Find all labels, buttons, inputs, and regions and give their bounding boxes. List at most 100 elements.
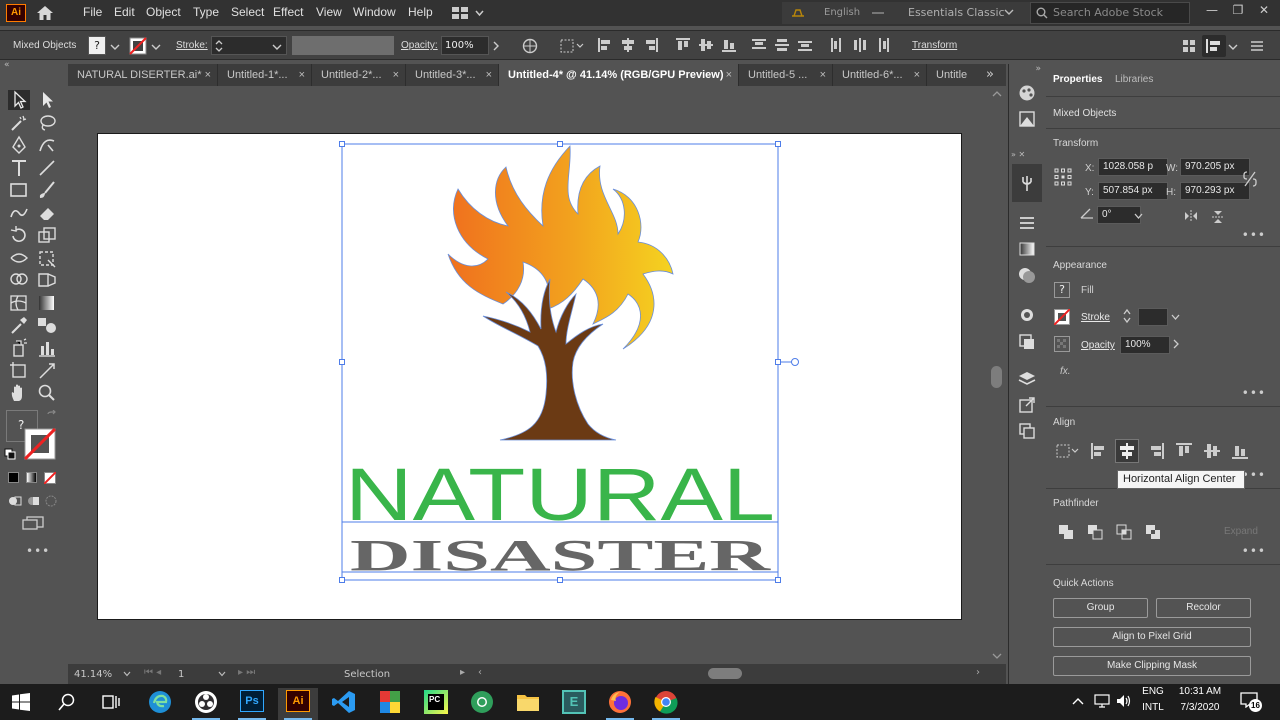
task-view-icon[interactable]	[102, 693, 120, 711]
exclude-icon[interactable]	[1145, 524, 1161, 540]
taskbar-file-explorer[interactable]	[508, 688, 548, 720]
menu-file[interactable]: File	[83, 5, 102, 19]
image-trace-icon[interactable]	[1017, 110, 1037, 128]
gradient-tool-icon[interactable]	[36, 293, 58, 313]
clock-date[interactable]: 7/3/2020	[1170, 702, 1230, 713]
volume-icon[interactable]	[1116, 694, 1132, 708]
clock-time[interactable]: 10:31 AM	[1170, 686, 1230, 697]
minus-front-icon[interactable]	[1087, 524, 1103, 540]
group-button[interactable]: Group	[1053, 598, 1148, 618]
panel-group-header[interactable]: » ✕	[1011, 150, 1045, 160]
horizontal-scroll-thumb[interactable]	[708, 668, 742, 679]
resize-handle-top-left[interactable]	[339, 141, 345, 147]
hand-tool-icon[interactable]	[8, 383, 30, 403]
distribute-right-icon[interactable]	[876, 38, 890, 52]
hamburger-menu-icon[interactable]	[1250, 40, 1264, 52]
tab-untitled-7[interactable]: Untitle	[927, 64, 979, 86]
stroke-swatch[interactable]	[129, 37, 147, 55]
home-icon[interactable]	[36, 5, 54, 21]
close-icon[interactable]: ×	[820, 64, 826, 86]
draw-inside-icon[interactable]	[44, 494, 58, 508]
align-left-icon[interactable]	[1091, 443, 1107, 459]
menu-select[interactable]: Select	[231, 5, 264, 19]
toolbar-collapse[interactable]: «	[0, 60, 64, 70]
tab-untitled-5[interactable]: Untitled-5 ... ×	[739, 64, 833, 86]
align-to-selection-icon[interactable]	[560, 39, 584, 53]
stroke-indicator[interactable]	[24, 428, 56, 460]
distribute-bottom-icon[interactable]	[798, 38, 812, 52]
direct-selection-tool-icon[interactable]	[36, 90, 58, 110]
chevron-right-icon[interactable]	[1173, 339, 1180, 349]
line-segment-tool-icon[interactable]	[36, 158, 58, 178]
free-transform-tool-icon[interactable]	[36, 248, 58, 268]
close-icon[interactable]: ×	[726, 64, 732, 86]
menu-effect[interactable]: Effect	[273, 5, 303, 19]
make-clipping-mask-button[interactable]: Make Clipping Mask	[1053, 656, 1251, 676]
distribute-top-icon[interactable]	[752, 38, 766, 52]
workspace-switcher[interactable]: Essentials Classic	[908, 6, 1005, 19]
intersect-icon[interactable]	[1116, 524, 1132, 540]
stroke-swatch[interactable]	[1054, 309, 1070, 325]
status-menu-arrow[interactable]: ▸	[460, 667, 465, 678]
chevron-down-icon[interactable]	[110, 43, 120, 51]
isolate-group-icon[interactable]	[1182, 39, 1196, 53]
effects-icon[interactable]: fx.	[1060, 366, 1071, 377]
panel-toggle-button[interactable]	[1202, 35, 1226, 57]
align-horizontal-center-button[interactable]	[1115, 439, 1139, 463]
stroke-label[interactable]: Stroke:	[176, 40, 208, 51]
align-left-icon[interactable]	[598, 38, 612, 52]
width-field[interactable]: 970.205 px	[1180, 158, 1250, 176]
eraser-tool-icon[interactable]	[36, 203, 58, 223]
pen-tool-icon[interactable]	[8, 135, 30, 155]
stepper-icon[interactable]	[214, 39, 224, 53]
taskbar-illustrator[interactable]: Ai	[278, 688, 318, 720]
canvas-area[interactable]: NATURAL DISASTER	[68, 86, 988, 664]
close-icon[interactable]: ×	[299, 64, 305, 86]
perspective-grid-tool-icon[interactable]	[36, 270, 58, 290]
fill-swatch[interactable]: ?	[88, 36, 106, 55]
opacity-field[interactable]: 100%	[1120, 336, 1170, 354]
align-top-icon[interactable]	[676, 38, 690, 52]
artboard-tool-icon[interactable]	[8, 360, 30, 380]
x-position-field[interactable]: 1028.058 p	[1098, 158, 1168, 176]
edit-toolbar-icon[interactable]: •••	[26, 544, 50, 558]
distribute-horizontal-center-icon[interactable]	[853, 38, 867, 52]
curvature-tool-icon[interactable]	[36, 135, 58, 155]
appearance-panel-icon[interactable]	[1017, 306, 1037, 324]
height-field[interactable]: 970.293 px	[1180, 182, 1250, 200]
last-artboard-button[interactable]: ▸ ⏭	[238, 667, 255, 678]
layers-panel-icon[interactable]	[1017, 370, 1037, 388]
opacity-label[interactable]: Opacity	[1081, 340, 1115, 351]
artboard-number-field[interactable]: 1	[178, 669, 184, 680]
magic-wand-tool-icon[interactable]	[8, 113, 30, 133]
column-graph-tool-icon[interactable]	[36, 338, 58, 358]
network-icon[interactable]	[1094, 694, 1110, 708]
more-options-icon[interactable]: •••	[1242, 228, 1266, 242]
rectangle-tool-icon[interactable]	[8, 180, 30, 200]
none-mode-button[interactable]	[44, 472, 56, 484]
scroll-down-icon[interactable]	[992, 652, 1002, 660]
unite-icon[interactable]	[1058, 524, 1074, 540]
chevron-down-icon[interactable]	[1171, 314, 1180, 320]
chevron-down-icon[interactable]	[1228, 43, 1238, 51]
color-guide-icon[interactable]	[1017, 84, 1037, 102]
chevron-right-icon[interactable]	[492, 41, 500, 51]
opacity-label[interactable]: Opacity:	[401, 40, 438, 51]
chevron-down-icon[interactable]	[1004, 8, 1014, 16]
taskbar-chrome-green[interactable]	[462, 688, 502, 720]
arrange-documents-icon[interactable]	[452, 6, 484, 20]
shape-builder-tool-icon[interactable]	[8, 270, 30, 290]
first-artboard-button[interactable]: ⏮ ◂	[144, 667, 161, 678]
align-right-icon[interactable]	[1148, 443, 1164, 459]
align-right-icon[interactable]	[644, 38, 658, 52]
brush-definition-dropdown[interactable]	[292, 36, 394, 55]
close-icon[interactable]: ×	[486, 64, 492, 86]
scroll-thumb[interactable]	[991, 366, 1002, 388]
language-indicator-top[interactable]: ENG	[1138, 686, 1168, 697]
more-options-icon[interactable]: •••	[1242, 386, 1266, 400]
taskbar-winrar[interactable]	[370, 688, 410, 720]
vertical-scrollbar[interactable]	[988, 86, 1006, 664]
slice-tool-icon[interactable]	[36, 360, 58, 380]
artboards-panel-icon[interactable]	[1017, 422, 1037, 440]
taskbar-chrome[interactable]	[646, 688, 686, 720]
